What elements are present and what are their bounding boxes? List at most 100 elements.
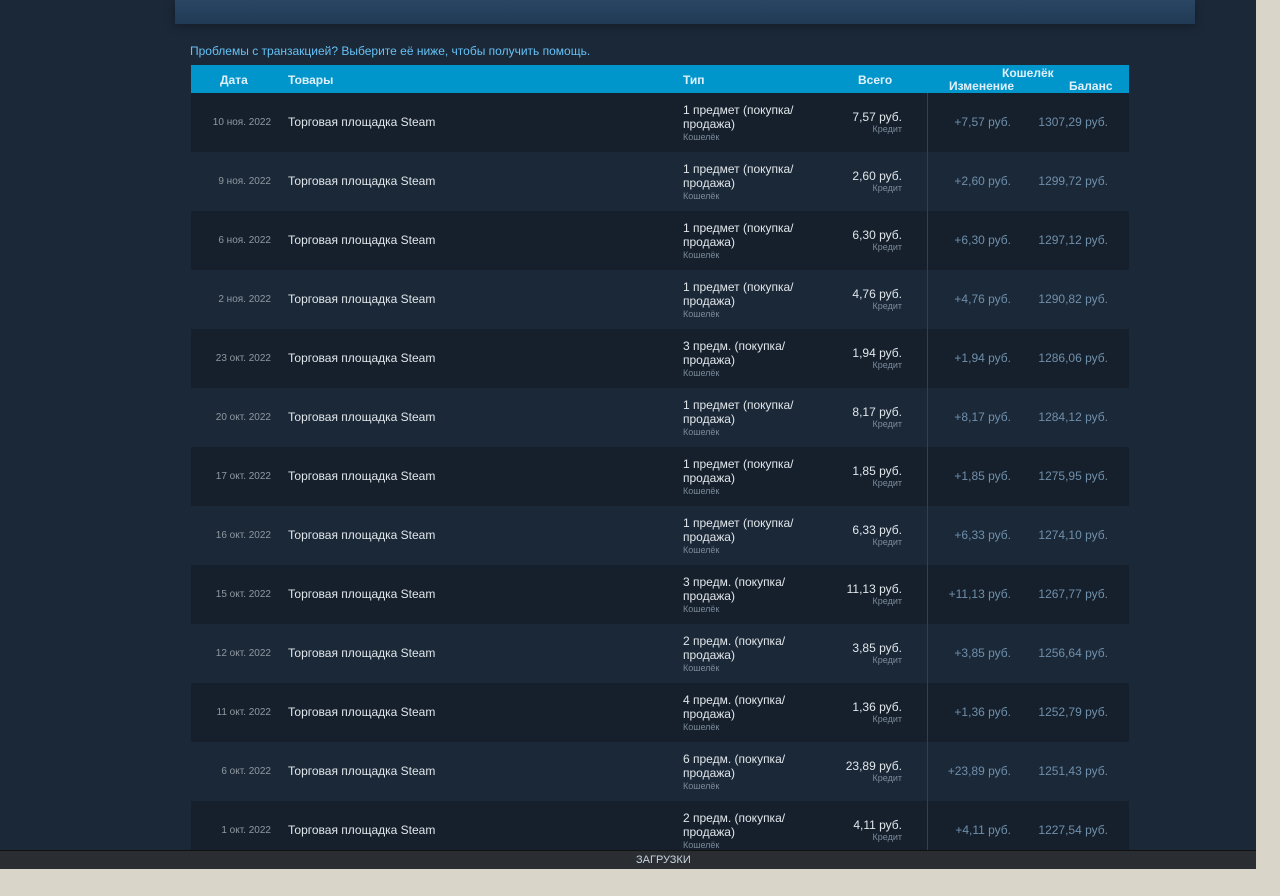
wallet-change: +1,85 руб. [954, 469, 1011, 483]
type-label: 3 предм. (покупка/ продажа) [683, 575, 786, 603]
type-label: 3 предм. (покупка/ продажа) [683, 339, 786, 367]
total-label: Кредит [872, 124, 902, 134]
wallet-change: +4,11 руб. [955, 823, 1011, 837]
payment-method: Кошелёк [683, 427, 720, 437]
transaction-help-link[interactable]: Проблемы с транзакцией? Выберите её ниже… [190, 44, 590, 58]
transaction-total: 3,85 руб. Кредит [852, 641, 902, 665]
total-label: Кредит [872, 596, 902, 606]
transaction-type: 3 предм. (покупка/ продажа) Кошелёк [683, 339, 813, 379]
total-amount: 11,13 руб. [846, 582, 902, 596]
footer-bar: ЗАГРУЗКИ [0, 850, 1256, 869]
transaction-row[interactable]: 10 ноя. 2022 Торговая площадка Steam 1 п… [191, 93, 1129, 152]
transaction-row[interactable]: 9 ноя. 2022 Торговая площадка Steam 1 пр… [191, 152, 1129, 211]
transaction-item: Торговая площадка Steam [288, 469, 436, 483]
payment-method: Кошелёк [683, 545, 720, 555]
transaction-type: 1 предмет (покупка/ продажа) Кошелёк [683, 162, 813, 202]
type-label: 6 предм. (покупка/ продажа) [683, 752, 786, 780]
payment-method: Кошелёк [683, 132, 720, 142]
transaction-row[interactable]: 6 ноя. 2022 Торговая площадка Steam 1 пр… [191, 211, 1129, 270]
transaction-item: Торговая площадка Steam [288, 410, 436, 424]
transaction-item: Торговая площадка Steam [288, 528, 436, 542]
wallet-balance: 1267,77 руб. [1038, 587, 1108, 601]
transaction-row[interactable]: 6 окт. 2022 Торговая площадка Steam 6 пр… [191, 742, 1129, 801]
wallet-change: +4,76 руб. [954, 292, 1011, 306]
downloads-link[interactable]: ЗАГРУЗКИ [636, 854, 691, 867]
header-banner [175, 0, 1195, 24]
transaction-date: 10 ноя. 2022 [212, 117, 271, 128]
transaction-total: 7,57 руб. Кредит [852, 110, 902, 134]
header-items: Товары [288, 73, 334, 87]
transaction-date: 2 ноя. 2022 [218, 294, 271, 305]
transaction-total: 6,33 руб. Кредит [852, 523, 902, 547]
payment-method: Кошелёк [683, 486, 720, 496]
payment-method: Кошелёк [683, 604, 720, 614]
type-label: 1 предмет (покупка/ продажа) [683, 398, 794, 426]
header-total: Всего [858, 73, 893, 87]
type-label: 1 предмет (покупка/ продажа) [683, 516, 794, 544]
table-header: Дата Товары Тип Всего Кошелёк Изменение … [191, 65, 1129, 93]
type-label: 1 предмет (покупка/ продажа) [683, 457, 794, 485]
transaction-date: 11 окт. 2022 [216, 707, 271, 718]
purchase-history-table: Дата Товары Тип Всего Кошелёк Изменение … [191, 65, 1129, 860]
transaction-total: 4,11 руб. Кредит [853, 818, 902, 842]
transaction-date: 17 окт. 2022 [215, 471, 271, 482]
transaction-type: 4 предм. (покупка/ продажа) Кошелёк [683, 693, 813, 733]
transaction-date: 12 окт. 2022 [215, 648, 271, 659]
wallet-change: +23,89 руб. [947, 764, 1011, 778]
transaction-row[interactable]: 12 окт. 2022 Торговая площадка Steam 2 п… [191, 624, 1129, 683]
transaction-row[interactable]: 20 окт. 2022 Торговая площадка Steam 1 п… [191, 388, 1129, 447]
transaction-type: 1 предмет (покупка/ продажа) Кошелёк [683, 398, 813, 438]
type-label: 1 предмет (покупка/ продажа) [683, 280, 794, 308]
transaction-type: 6 предм. (покупка/ продажа) Кошелёк [683, 752, 813, 792]
transaction-type: 1 предмет (покупка/ продажа) Кошелёк [683, 221, 813, 261]
payment-method: Кошелёк [683, 191, 720, 201]
transaction-total: 4,76 руб. Кредит [852, 287, 902, 311]
transaction-date: 23 окт. 2022 [215, 353, 271, 364]
transaction-item: Торговая площадка Steam [288, 587, 436, 601]
wallet-balance: 1290,82 руб. [1038, 292, 1108, 306]
wallet-change: +8,17 руб. [954, 410, 1011, 424]
type-label: 2 предм. (покупка/ продажа) [683, 634, 786, 662]
page: Проблемы с транзакцией? Выберите её ниже… [0, 0, 1256, 869]
transaction-row[interactable]: 2 ноя. 2022 Торговая площадка Steam 1 пр… [191, 270, 1129, 329]
total-label: Кредит [872, 301, 902, 311]
transaction-date: 20 окт. 2022 [215, 412, 271, 423]
transaction-date: 1 окт. 2022 [221, 825, 271, 836]
total-label: Кредит [872, 242, 902, 252]
transaction-date: 15 окт. 2022 [215, 589, 271, 600]
total-label: Кредит [872, 360, 902, 370]
header-change: Изменение [949, 79, 1015, 93]
wallet-balance: 1252,79 руб. [1038, 705, 1108, 719]
total-amount: 7,57 руб. [852, 110, 902, 124]
transaction-row[interactable]: 16 окт. 2022 Торговая площадка Steam 1 п… [191, 506, 1129, 565]
transaction-row[interactable]: 17 окт. 2022 Торговая площадка Steam 1 п… [191, 447, 1129, 506]
transaction-total: 1,36 руб. Кредит [852, 700, 902, 724]
total-label: Кредит [872, 773, 902, 783]
header-balance: Баланс [1069, 79, 1113, 93]
transaction-total: 1,85 руб. Кредит [852, 464, 902, 488]
type-label: 4 предм. (покупка/ продажа) [683, 693, 786, 721]
total-amount: 6,30 руб. [852, 228, 902, 242]
header-type: Тип [683, 73, 705, 87]
transaction-item: Торговая площадка Steam [288, 646, 436, 660]
transaction-item: Торговая площадка Steam [288, 705, 436, 719]
header-wallet: Кошелёк [1002, 66, 1054, 80]
wallet-balance: 1286,06 руб. [1038, 351, 1108, 365]
wallet-change: +7,57 руб. [954, 115, 1011, 129]
transaction-total: 2,60 руб. Кредит [852, 169, 902, 193]
transaction-type: 1 предмет (покупка/ продажа) Кошелёк [683, 280, 813, 320]
wallet-balance: 1256,64 руб. [1038, 646, 1108, 660]
transaction-row[interactable]: 15 окт. 2022 Торговая площадка Steam 3 п… [191, 565, 1129, 624]
transaction-type: 2 предм. (покупка/ продажа) Кошелёк [683, 634, 813, 674]
transaction-row[interactable]: 11 окт. 2022 Торговая площадка Steam 4 п… [191, 683, 1129, 742]
total-amount: 6,33 руб. [852, 523, 902, 537]
header-date: Дата [220, 73, 248, 87]
total-amount: 1,85 руб. [852, 464, 902, 478]
transaction-item: Торговая площадка Steam [288, 233, 436, 247]
total-label: Кредит [872, 478, 902, 488]
total-amount: 4,76 руб. [852, 287, 902, 301]
transaction-date: 6 ноя. 2022 [218, 235, 271, 246]
transaction-row[interactable]: 23 окт. 2022 Торговая площадка Steam 3 п… [191, 329, 1129, 388]
transaction-type: 1 предмет (покупка/ продажа) Кошелёк [683, 103, 813, 143]
wallet-change: +11,13 руб. [948, 587, 1011, 601]
